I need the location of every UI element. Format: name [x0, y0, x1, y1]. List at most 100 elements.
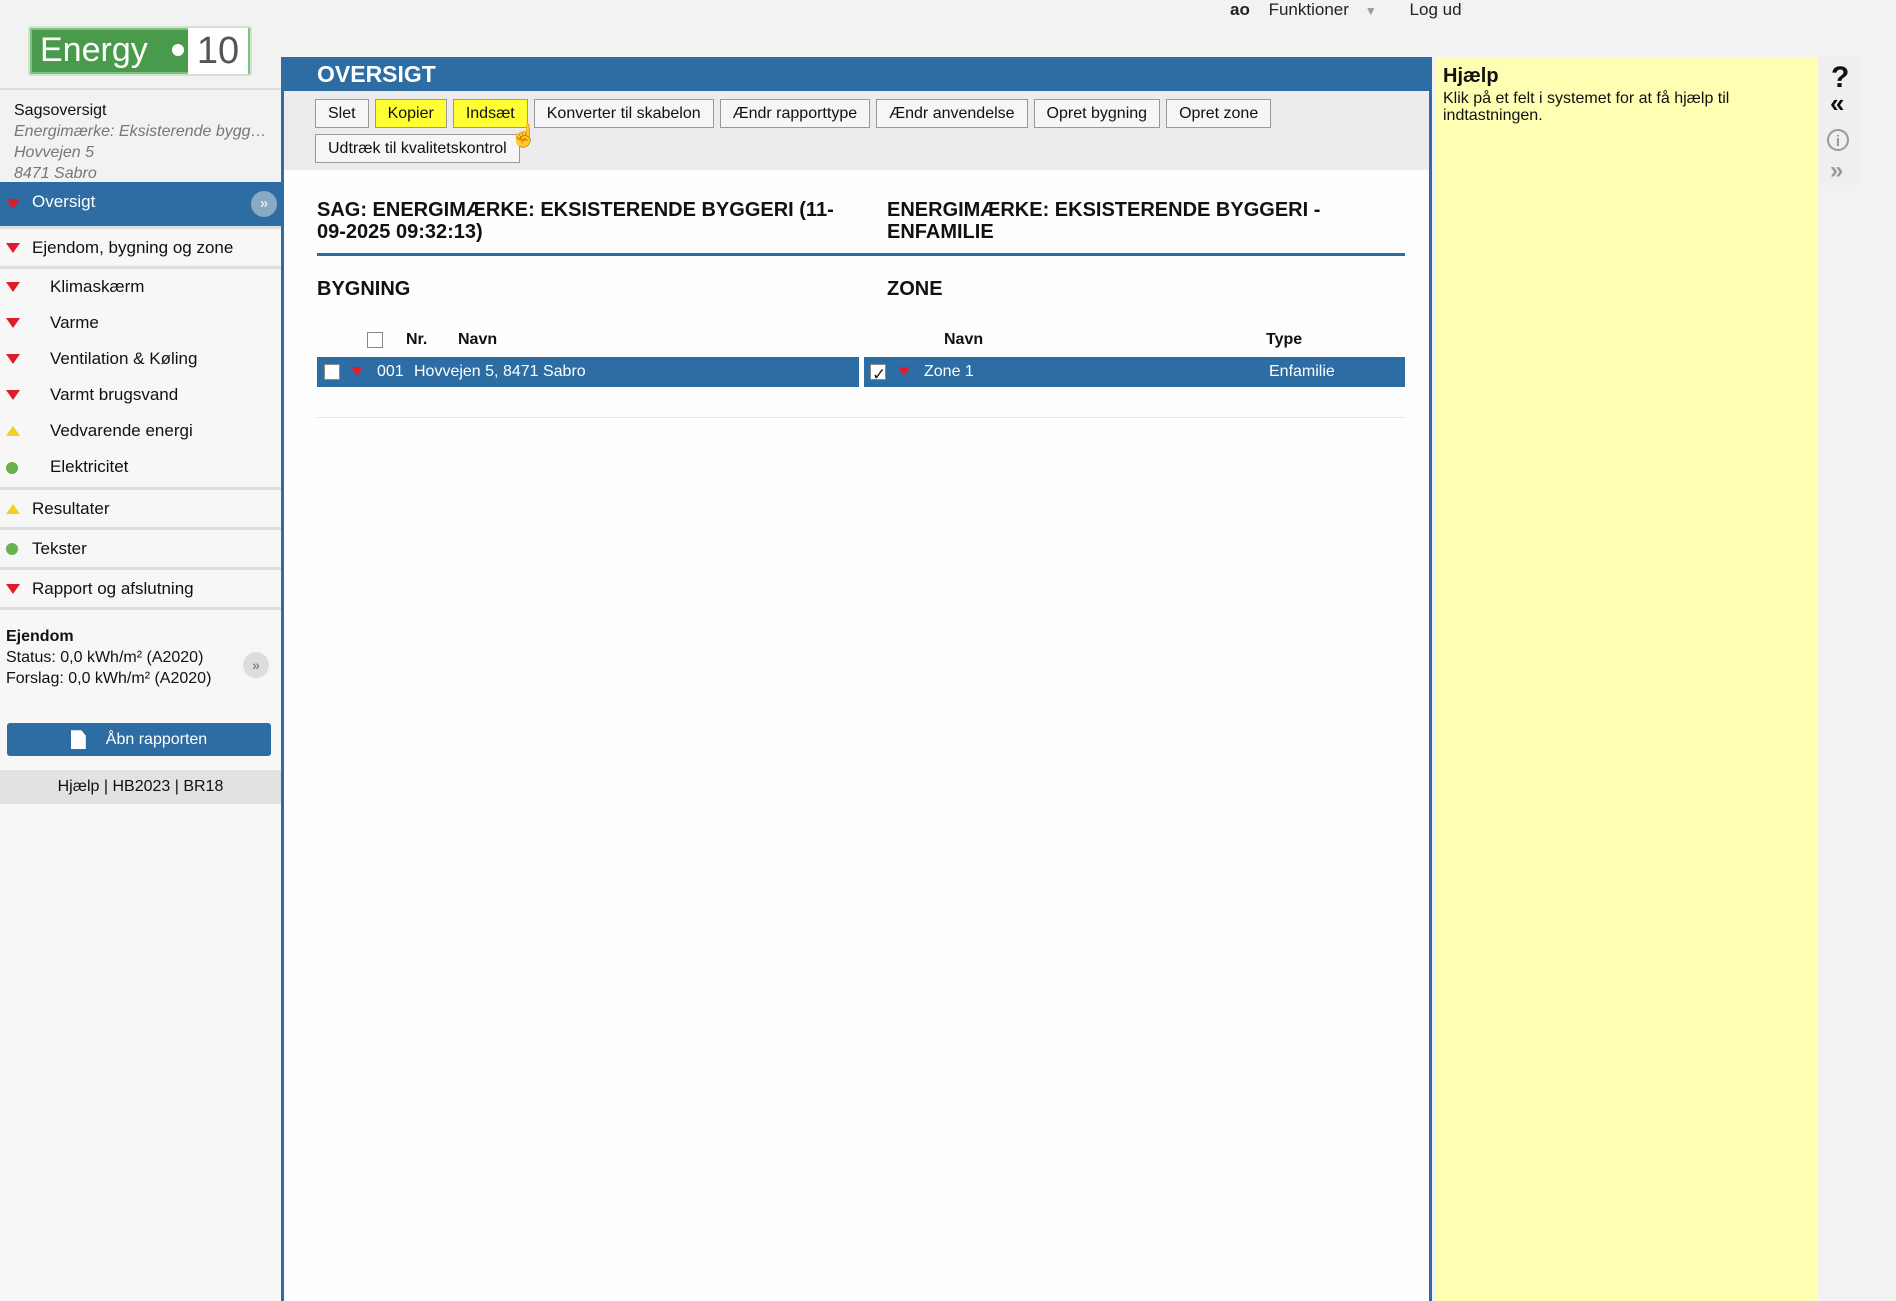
- case-address1: Hovvejen 5: [14, 144, 95, 161]
- case-overview[interactable]: Sagsoversigt Energimærke: Eksisterende b…: [0, 88, 281, 182]
- sidebar-item-vedvarende[interactable]: Vedvarende energi: [0, 413, 281, 449]
- delete-button[interactable]: Slet: [315, 99, 369, 128]
- change-usage-button[interactable]: Ændr anvendelse: [876, 99, 1028, 128]
- double-chevron-right-icon[interactable]: »: [243, 652, 269, 678]
- top-bar: ao Funktioner ▼ Log ud: [1230, 0, 1476, 20]
- col-type: Type: [1266, 331, 1303, 348]
- status-red-icon: [6, 282, 20, 292]
- status-green-icon: [6, 462, 18, 474]
- sidebar-nav: Oversigt » Ejendom, bygning og zone Klim…: [0, 182, 281, 610]
- double-chevron-right-icon[interactable]: »: [251, 191, 277, 217]
- status-red-icon: [6, 354, 20, 364]
- logo-number: 10: [188, 28, 248, 74]
- building-section-title: BYGNING: [317, 278, 411, 300]
- copy-button[interactable]: Kopier: [374, 99, 447, 128]
- select-all-buildings-checkbox[interactable]: [367, 332, 383, 348]
- logo-word: Energy: [40, 31, 148, 69]
- zone-row-checkbox[interactable]: [870, 360, 886, 390]
- help-title: Hjælp: [1443, 65, 1499, 87]
- footer-links[interactable]: Hjælp | HB2023 | BR18: [0, 770, 281, 804]
- status-red-icon: [6, 199, 20, 209]
- functions-menu[interactable]: Funktioner ▼: [1269, 0, 1391, 19]
- zone-type: Enfamilie: [1269, 363, 1335, 380]
- case-address2: 8471 Sabro: [14, 165, 97, 182]
- case-title: Sagsoversigt: [14, 102, 107, 119]
- status-green-icon: [6, 542, 18, 555]
- sidebar-item-ejendom[interactable]: Ejendom, bygning og zone: [0, 229, 281, 269]
- sidebar-item-label: Varme: [50, 313, 99, 332]
- status-yellow-icon: [6, 503, 20, 514]
- status-red-icon: [6, 242, 20, 253]
- building-row[interactable]: 001 Hovvejen 5, 8471 Sabro: [317, 357, 859, 387]
- sidebar-item-label: Tekster: [32, 539, 87, 558]
- col-navn: Navn: [458, 331, 498, 348]
- zone-name: Zone 1: [924, 363, 974, 380]
- sidebar-item-ventilation[interactable]: Ventilation & Køling: [0, 341, 281, 377]
- sidebar-item-resultater[interactable]: Resultater: [0, 490, 281, 530]
- change-report-type-button[interactable]: Ændr rapporttype: [719, 99, 871, 128]
- double-chevron-left-icon[interactable]: «: [1830, 90, 1844, 116]
- hand-cursor-icon: ☝: [510, 123, 538, 148]
- export-quality-control-button[interactable]: Udtræk til kvalitetskontrol: [315, 134, 520, 163]
- sidebar-item-oversigt[interactable]: Oversigt »: [0, 182, 281, 229]
- zone-row[interactable]: Zone 1 Enfamilie: [864, 357, 1405, 390]
- zone-section-title: ZONE: [887, 278, 943, 300]
- status-red-icon: [6, 583, 20, 594]
- help-panel: Hjælp Klik på et felt i systemet for at …: [1435, 57, 1818, 1301]
- sidebar-item-rapport[interactable]: Rapport og afslutning: [0, 570, 281, 610]
- report-type-heading: ENERGIMÆRKE: EKSISTERENDE BYGGERI - ENFA…: [887, 199, 1321, 243]
- sidebar-item-label: Vedvarende energi: [50, 421, 193, 440]
- energy10-logo[interactable]: Energy 10: [28, 26, 252, 76]
- toolbar: Slet Kopier Indsæt Konverter til skabelo…: [284, 91, 1429, 170]
- sidebar-item-label: Rapport og afslutning: [32, 579, 194, 598]
- col-nr: Nr.: [406, 331, 428, 348]
- sidebar-item-label: Resultater: [32, 499, 110, 518]
- main-panel: OVERSIGT Slet Kopier Indsæt Konverter ti…: [281, 57, 1432, 1301]
- document-icon: [70, 730, 86, 750]
- open-report-button[interactable]: Åbn rapporten: [7, 723, 271, 756]
- page-title: OVERSIGT: [284, 57, 1429, 91]
- sidebar-item-label: Ventilation & Køling: [50, 349, 198, 368]
- status-red-icon: [351, 367, 363, 376]
- create-zone-button[interactable]: Opret zone: [1166, 99, 1272, 128]
- logo-dot: [172, 44, 184, 56]
- functions-label: Funktioner: [1268, 0, 1349, 19]
- create-building-button[interactable]: Opret bygning: [1033, 99, 1161, 128]
- help-side-toolbar: ? « i »: [1818, 57, 1861, 185]
- status-red-icon: [6, 390, 20, 400]
- help-body: Klik på et felt i systemet for at få hjæ…: [1443, 90, 1730, 124]
- convert-template-button[interactable]: Konverter til skabelon: [533, 99, 714, 128]
- sidebar: Sagsoversigt Energimærke: Eksisterende b…: [0, 88, 281, 1301]
- sidebar-item-klimaskaerm[interactable]: Klimaskærm: [0, 269, 281, 305]
- caret-down-icon: ▼: [1364, 4, 1377, 18]
- status-red-icon: [898, 367, 910, 376]
- sidebar-item-label: Ejendom, bygning og zone: [32, 238, 234, 257]
- property-heading: Ejendom: [6, 628, 74, 645]
- heading-divider: [317, 253, 1405, 256]
- building-name: Hovvejen 5, 8471 Sabro: [414, 363, 586, 380]
- sidebar-item-varme[interactable]: Varme: [0, 305, 281, 341]
- open-report-label: Åbn rapporten: [105, 731, 208, 748]
- user-name: ao: [1230, 0, 1250, 19]
- sidebar-item-tekster[interactable]: Tekster: [0, 530, 281, 570]
- double-chevron-right-icon[interactable]: »: [1830, 157, 1843, 185]
- sidebar-item-label: Varmt brugsvand: [50, 385, 179, 404]
- sidebar-item-label: Elektricitet: [50, 457, 129, 476]
- building-nr: 001: [377, 363, 404, 380]
- building-row-checkbox[interactable]: [324, 364, 340, 380]
- sidebar-item-varmt-brugsvand[interactable]: Varmt brugsvand: [0, 377, 281, 413]
- case-subtitle: Energimærke: Eksisterende bygg…: [14, 123, 267, 140]
- table-bottom-divider: [317, 417, 1405, 418]
- col-zone-navn: Navn: [944, 331, 984, 348]
- info-icon[interactable]: i: [1827, 129, 1849, 151]
- property-summary: Ejendom Status: 0,0 kWh/m² (A2020) Forsl…: [0, 610, 281, 695]
- sidebar-item-elektricitet[interactable]: Elektricitet: [0, 449, 281, 490]
- status-yellow-icon: [6, 426, 20, 436]
- property-forslag: Forslag: 0,0 kWh/m² (A2020): [6, 670, 212, 687]
- status-red-icon: [6, 318, 20, 328]
- logout-link[interactable]: Log ud: [1410, 0, 1462, 19]
- case-heading: SAG: ENERGIMÆRKE: EKSISTERENDE BYGGERI (…: [317, 199, 834, 243]
- property-status: Status: 0,0 kWh/m² (A2020): [6, 649, 204, 666]
- sidebar-item-label: Klimaskærm: [50, 277, 145, 296]
- sidebar-item-label: Oversigt: [32, 192, 96, 211]
